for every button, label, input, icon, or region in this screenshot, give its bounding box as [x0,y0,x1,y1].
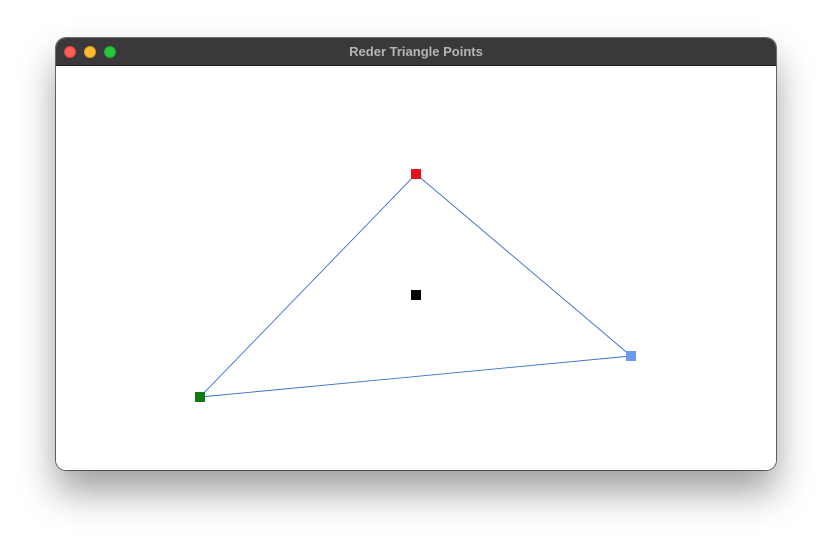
centroid-marker [411,290,421,300]
vertex-handle-left[interactable] [195,392,205,402]
app-window: Reder Triangle Points [56,38,776,470]
window-title: Reder Triangle Points [349,44,483,59]
vertex-handle-right[interactable] [626,351,636,361]
triangle-drawing [195,169,636,402]
title-bar[interactable]: Reder Triangle Points [56,38,776,66]
triangle-edge-left-top [199,173,417,398]
drawing-canvas[interactable] [56,66,776,470]
vertex-handle-top[interactable] [411,169,421,179]
triangle-edge-right-left [199,355,632,398]
triangle-edge-top-right [415,173,632,357]
